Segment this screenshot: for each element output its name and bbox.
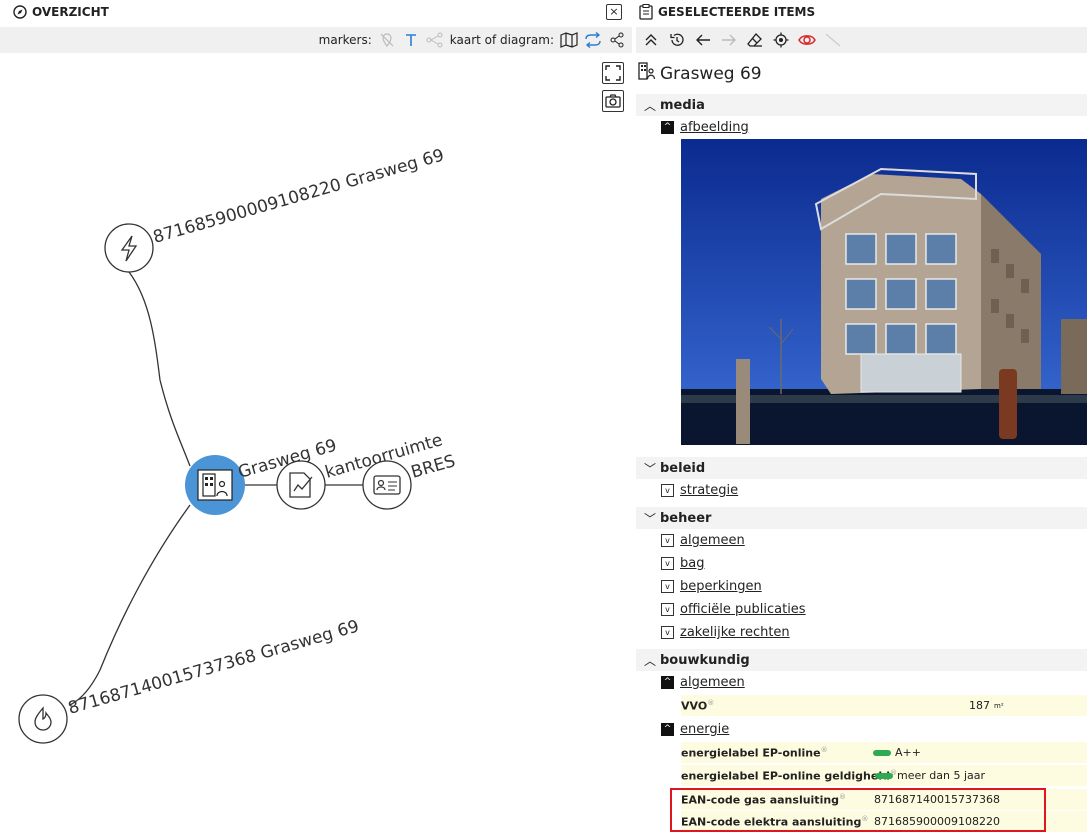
link-zakelijke-label: zakelijke rechten [680, 625, 790, 640]
building-icon [638, 62, 656, 85]
geldigheid-value: meer dan 5 jaar [897, 769, 986, 782]
link-energie-label: energie [680, 722, 730, 737]
relationship-diagram[interactable]: 871685900009108220 Grasweg 69 8716871400… [0, 53, 600, 836]
marker-hidden-icon[interactable] [378, 31, 396, 49]
item-title: Grasweg 69 [638, 62, 762, 85]
section-bouwkundig-label: bouwkundig [660, 652, 750, 668]
network-icon[interactable] [426, 31, 444, 49]
node-kantoor[interactable] [276, 460, 326, 510]
link-strategie[interactable]: v strategie [661, 483, 738, 498]
expand-box-icon: v [661, 626, 674, 639]
overview-header: OVERZICHT [0, 0, 632, 24]
close-button[interactable]: × [606, 4, 622, 20]
link-energie[interactable]: ^ energie [661, 722, 729, 737]
collapse-box-icon: ^ [661, 676, 674, 689]
row-energielabel-geldigheid: energielabel EP-online geldigheid® meer … [681, 765, 1087, 786]
eraser-icon[interactable] [746, 31, 764, 49]
section-beheer-label: beheer [660, 510, 712, 526]
highlight-box [670, 788, 1046, 832]
link-algemeen-bouw-label: algemeen [680, 675, 745, 690]
info-icon[interactable]: ® [707, 699, 714, 707]
node-label-gas: 871687140015737368 Grasweg 69 [66, 616, 362, 718]
chevron-up-icon: ︿ [643, 653, 656, 668]
collapse-box-icon: ^ [661, 723, 674, 736]
link-zakelijke-rechten[interactable]: v zakelijke rechten [661, 625, 790, 640]
chevron-up-icon: ︿ [643, 98, 656, 113]
row-energielabel: energielabel EP-online® A++ [681, 742, 1087, 763]
share-icon[interactable] [608, 31, 626, 49]
map-icon[interactable] [560, 31, 578, 49]
chevron-down-icon: ﹀ [643, 461, 656, 476]
collapse-box-icon: ^ [661, 121, 674, 134]
node-label-elektra: 871685900009108220 Grasweg 69 [151, 145, 447, 247]
clipboard-icon [638, 4, 654, 20]
status-pill [875, 772, 893, 779]
building-photo [681, 139, 1087, 445]
node-elektra[interactable] [104, 223, 154, 273]
arrow-right-icon[interactable] [720, 31, 738, 49]
link-afbeelding[interactable]: ^ afbeelding [661, 120, 749, 135]
link-afbeelding-label: afbeelding [680, 120, 749, 135]
selected-title: GESELECTEERDE ITEMS [658, 5, 816, 19]
geldigheid-label: energielabel EP-online geldigheid [681, 769, 890, 783]
arrow-left-icon[interactable] [694, 31, 712, 49]
link-officiele-publicaties[interactable]: v officiële publicaties [661, 602, 806, 617]
row-vvo: VVO® 187 m² [681, 695, 1087, 716]
link-beperkingen[interactable]: v beperkingen [661, 579, 762, 594]
camera-button[interactable] [602, 90, 624, 112]
disabled-line-icon [824, 31, 842, 49]
overview-title: OVERZICHT [32, 5, 109, 19]
markers-label: markers: [318, 33, 372, 47]
link-beperkingen-label: beperkingen [680, 579, 762, 594]
section-bouwkundig[interactable]: ︿ bouwkundig [636, 649, 1087, 671]
edge-elektra [128, 271, 191, 467]
section-beleid[interactable]: ﹀ beleid [636, 457, 1087, 479]
vvo-label: VVO [681, 699, 708, 713]
vvo-value: 187 [969, 699, 990, 712]
eye-icon[interactable] [798, 31, 816, 49]
selected-toolbar [636, 27, 1087, 53]
text-icon[interactable] [402, 31, 420, 49]
link-strategie-label: strategie [680, 483, 739, 498]
history-icon[interactable] [668, 31, 686, 49]
mode-label: kaart of diagram: [449, 33, 554, 47]
sync-icon[interactable] [584, 31, 602, 49]
section-media[interactable]: ︿ media [636, 94, 1087, 116]
overview-panel: OVERZICHT × markers: kaart of diagram: 8… [0, 0, 632, 836]
section-beleid-label: beleid [660, 460, 706, 476]
expand-box-icon: v [661, 484, 674, 497]
selected-header: GESELECTEERDE ITEMS [632, 0, 1087, 24]
item-title-text: Grasweg 69 [660, 63, 762, 84]
link-algemeen-bouwkundig[interactable]: ^ algemeen [661, 675, 745, 690]
link-officiele-label: officiële publicaties [680, 602, 806, 617]
expand-box-icon: v [661, 603, 674, 616]
expand-box-icon: v [661, 534, 674, 547]
link-bag-label: bag [680, 556, 705, 571]
expand-box-icon: v [661, 557, 674, 570]
link-bag[interactable]: v bag [661, 556, 704, 571]
expand-box-icon: v [661, 580, 674, 593]
link-algemeen-beheer[interactable]: v algemeen [661, 533, 745, 548]
collapse-all-icon[interactable] [642, 31, 660, 49]
compass-icon [12, 4, 28, 20]
selected-items-panel: GESELECTEERDE ITEMS Grasweg 69 ︿ media ^… [632, 0, 1087, 836]
section-beheer[interactable]: ﹀ beheer [636, 507, 1087, 529]
section-media-label: media [660, 97, 705, 113]
overview-toolbar: markers: kaart of diagram: [0, 27, 632, 53]
link-algemeen-beheer-label: algemeen [680, 533, 745, 548]
target-icon[interactable] [772, 31, 790, 49]
chevron-down-icon: ﹀ [643, 511, 656, 526]
energielabel-label: energielabel EP-online [681, 746, 821, 760]
info-icon[interactable]: ® [821, 746, 828, 754]
status-pill [873, 749, 891, 756]
fullscreen-button[interactable] [602, 62, 624, 84]
energielabel-value: A++ [895, 746, 921, 759]
node-bres[interactable] [362, 460, 412, 510]
vvo-unit: m² [994, 701, 1004, 710]
node-gas[interactable] [18, 694, 68, 744]
